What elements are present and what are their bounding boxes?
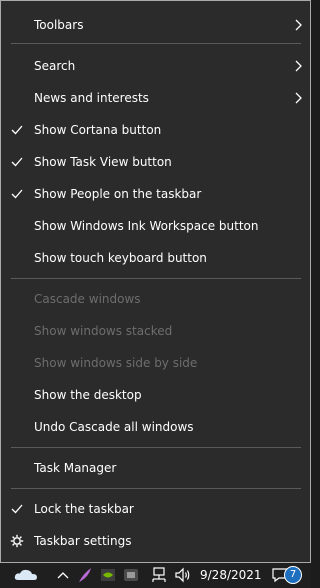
menu-item-taskbar-settings[interactable]: Taskbar settings	[2, 526, 309, 556]
taskbar-clock-date[interactable]: 9/28/2021	[200, 568, 262, 582]
menu-item-label: Search	[34, 59, 76, 73]
menu-item-label: News and interests	[34, 91, 149, 105]
gpu-app-icon[interactable]	[122, 565, 140, 585]
menu-item-show-windows-ink-workspace-button[interactable]: Show Windows Ink Workspace button	[2, 211, 309, 241]
menu-separator	[11, 447, 301, 448]
chevron-right-icon	[295, 19, 302, 31]
menu-item-label: Show Cortana button	[34, 123, 162, 137]
nvidia-icon[interactable]	[99, 565, 117, 585]
menu-separator	[11, 278, 301, 279]
notification-count-badge: 7	[284, 566, 302, 584]
menu-item-news-and-interests[interactable]: News and interests	[2, 83, 309, 113]
menu-item-toolbars[interactable]: Toolbars	[2, 10, 309, 40]
menu-item-show-task-view-button[interactable]: Show Task View button	[2, 147, 309, 177]
menu-item-show-cortana-button[interactable]: Show Cortana button	[2, 115, 309, 145]
taskbar: 9/28/2021 7	[0, 563, 311, 588]
menu-item-label: Show Task View button	[34, 155, 172, 169]
menu-item-undo-cascade-all-windows[interactable]: Undo Cascade all windows	[2, 412, 309, 442]
menu-item-cascade-windows: Cascade windows	[2, 284, 309, 314]
checkmark-icon	[11, 157, 23, 167]
menu-item-show-the-desktop[interactable]: Show the desktop	[2, 380, 309, 410]
menu-item-label: Show Windows Ink Workspace button	[34, 219, 259, 233]
feather-app-icon[interactable]	[76, 565, 94, 585]
network-icon[interactable]	[150, 565, 168, 585]
menu-item-task-manager[interactable]: Task Manager	[2, 453, 309, 483]
menu-item-show-touch-keyboard-button[interactable]: Show touch keyboard button	[2, 243, 309, 273]
menu-item-label: Show windows side by side	[34, 356, 198, 370]
menu-item-label: Show People on the taskbar	[34, 187, 202, 201]
menu-item-label: Toolbars	[34, 18, 84, 32]
gear-icon	[10, 534, 24, 548]
menu-item-label: Cascade windows	[34, 292, 141, 306]
chevron-right-icon	[295, 92, 302, 104]
menu-item-show-people-on-taskbar[interactable]: Show People on the taskbar	[2, 179, 309, 209]
menu-item-show-windows-side-by-side: Show windows side by side	[2, 348, 309, 378]
menu-separator	[11, 488, 301, 489]
menu-item-label: Show the desktop	[34, 388, 142, 402]
menu-item-show-windows-stacked: Show windows stacked	[2, 316, 309, 346]
onedrive-cloud-icon[interactable]	[12, 565, 40, 585]
menu-item-search[interactable]: Search	[2, 51, 309, 81]
menu-item-label: Lock the taskbar	[34, 502, 134, 516]
menu-separator	[11, 43, 301, 44]
show-hidden-icons-chevron-up-icon[interactable]	[55, 565, 71, 585]
menu-item-label: Show windows stacked	[34, 324, 173, 338]
menu-item-label: Taskbar settings	[34, 534, 132, 548]
taskbar-context-menu: Toolbars Search News and interests Show …	[0, 0, 311, 563]
menu-item-label: Task Manager	[34, 461, 117, 475]
checkmark-icon	[11, 125, 23, 135]
checkmark-icon	[11, 189, 23, 199]
menu-item-label: Undo Cascade all windows	[34, 420, 194, 434]
menu-item-label: Show touch keyboard button	[34, 251, 207, 265]
volume-icon[interactable]	[174, 565, 192, 585]
checkmark-icon	[11, 504, 23, 514]
menu-item-lock-the-taskbar[interactable]: Lock the taskbar	[2, 494, 309, 524]
chevron-right-icon	[295, 60, 302, 72]
